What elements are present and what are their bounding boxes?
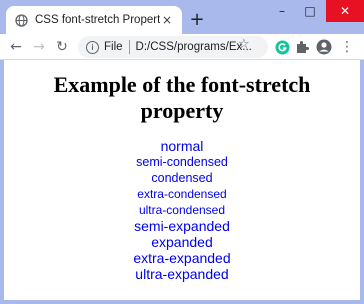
tab-strip: CSS font-stretch Property × + – □ ✕: [0, 0, 364, 34]
item-semi-condensed: semi-condensed: [136, 155, 228, 169]
item-ultra-condensed: ultra-condensed: [138, 203, 226, 217]
item-ultra-expanded: ultra-expanded: [135, 266, 229, 282]
grammarly-icon[interactable]: [272, 37, 292, 57]
tab-active[interactable]: CSS font-stretch Property ×: [6, 6, 182, 34]
kebab-menu-icon[interactable]: ⋮: [337, 37, 357, 57]
page-heading: Example of the font-stretch property: [53, 72, 311, 123]
back-button[interactable]: ←: [6, 37, 26, 57]
item-extra-expanded: extra-expanded: [133, 250, 231, 266]
window-close-button[interactable]: ✕: [326, 0, 364, 22]
item-semi-expanded: semi-expanded: [134, 218, 230, 234]
page-content: Example of the font-stretch property nor…: [0, 60, 364, 304]
item-condensed: condensed: [151, 171, 213, 185]
browser-window: CSS font-stretch Property × + – □ ✕ ← → …: [0, 0, 364, 304]
address-separator: [128, 40, 130, 54]
tab-title: CSS font-stretch Property: [35, 14, 160, 26]
reload-button[interactable]: ↻: [52, 37, 72, 57]
browser-toolbar: ← → ↻ i File D:/CSS/programs/Ex... ☆ ⋮: [0, 34, 364, 60]
item-extra-condensed: extra-condensed: [137, 187, 227, 201]
tab-close-icon[interactable]: ×: [160, 13, 174, 27]
new-tab-button[interactable]: +: [187, 9, 207, 30]
font-stretch-list: normal semi-condensed condensed extra-co…: [4, 138, 360, 282]
forward-button[interactable]: →: [29, 37, 49, 57]
minimize-button[interactable]: –: [268, 0, 296, 22]
maximize-button[interactable]: □: [296, 0, 324, 22]
item-expanded: expanded: [151, 234, 213, 250]
puzzle-icon[interactable]: [292, 37, 312, 57]
item-normal: normal: [160, 138, 204, 154]
info-icon[interactable]: i: [86, 40, 99, 54]
star-icon[interactable]: ☆: [238, 37, 250, 52]
globe-icon: [14, 13, 28, 27]
profile-icon[interactable]: [314, 37, 334, 57]
address-scheme: File: [104, 41, 123, 53]
address-url[interactable]: D:/CSS/programs/Ex...: [136, 41, 252, 53]
